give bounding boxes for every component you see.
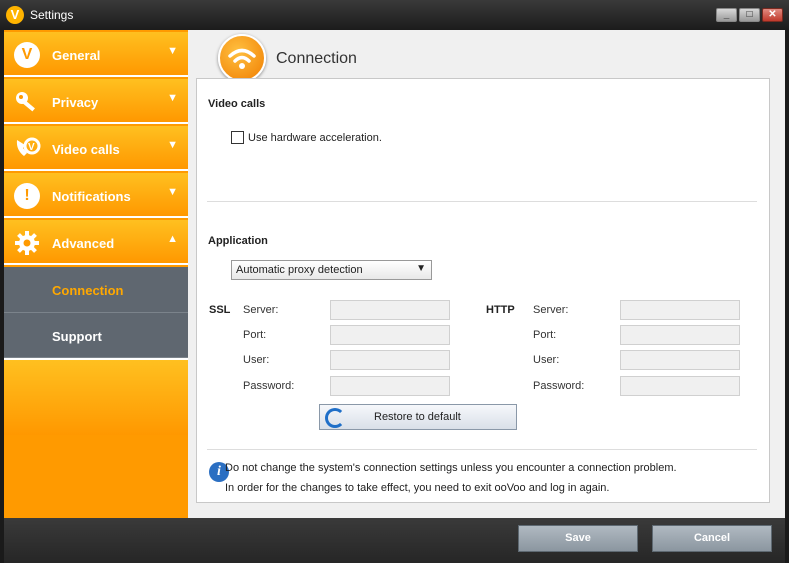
restore-default-button[interactable]: Restore to default	[319, 404, 517, 430]
chevron-down-icon: ▼	[167, 186, 178, 198]
app-logo-icon: V	[6, 6, 24, 24]
ssl-server-input[interactable]	[330, 300, 450, 320]
info-text-line-1: Do not change the system's connection se…	[225, 462, 677, 474]
sidebar-item-advanced[interactable]: Advanced ▲	[4, 220, 188, 265]
refresh-icon	[325, 408, 345, 428]
ssl-password-label: Password:	[243, 380, 295, 392]
section-divider	[207, 201, 757, 202]
http-user-label: User:	[533, 354, 560, 366]
video-call-icon: V	[14, 136, 41, 162]
http-server-label: Server:	[533, 304, 569, 316]
minimize-icon: _	[723, 9, 730, 20]
ssl-port-input[interactable]	[330, 325, 450, 345]
sidebar-item-privacy[interactable]: Privacy ▼	[4, 79, 188, 124]
http-label: HTTP	[486, 304, 515, 316]
proxy-select[interactable]: Automatic proxy detection ▼	[231, 260, 432, 280]
close-icon: ✕	[768, 9, 777, 20]
save-button[interactable]: Save	[518, 525, 638, 552]
v-logo-icon: V	[14, 42, 40, 68]
http-server-input[interactable]	[620, 300, 740, 320]
sidebar-item-label: Privacy	[52, 95, 99, 110]
sidebar-item-label: Video calls	[52, 142, 120, 157]
settings-panel: Video calls Use hardware acceleration. A…	[196, 78, 770, 503]
sidebar-item-support[interactable]: Support	[4, 313, 188, 358]
chevron-down-icon: ▼	[167, 139, 178, 151]
application-heading: Application	[208, 235, 268, 247]
gear-icon	[14, 230, 40, 256]
sidebar-item-label: Notifications	[52, 189, 131, 204]
hardware-acceleration-label[interactable]: Use hardware acceleration.	[248, 132, 382, 144]
sidebar-item-general[interactable]: V General ▼	[4, 32, 188, 77]
svg-text:V: V	[28, 142, 35, 153]
footer-bar: Save Cancel	[4, 518, 785, 563]
section-divider	[207, 449, 757, 450]
ssl-server-label: Server:	[243, 304, 279, 316]
sidebar-item-label: Connection	[52, 283, 124, 298]
sidebar-item-label: Support	[52, 329, 102, 344]
cancel-button[interactable]: Cancel	[652, 525, 772, 552]
chevron-down-icon: ▼	[416, 263, 426, 274]
proxy-select-value: Automatic proxy detection	[236, 264, 363, 276]
ssl-user-label: User:	[243, 354, 270, 366]
page-title: Connection	[276, 50, 357, 67]
chevron-down-icon: ▼	[167, 45, 178, 57]
restore-default-label: Restore to default	[374, 411, 461, 423]
title-bar: V Settings _ □ ✕	[0, 0, 789, 30]
hardware-acceleration-checkbox[interactable]	[231, 131, 244, 144]
chevron-up-icon: ▲	[167, 233, 178, 245]
http-password-input[interactable]	[620, 376, 740, 396]
ssl-label: SSL	[209, 304, 231, 316]
chevron-down-icon: ▼	[167, 92, 178, 104]
http-user-input[interactable]	[620, 350, 740, 370]
key-icon	[14, 89, 40, 115]
close-button[interactable]: ✕	[762, 8, 783, 22]
http-password-label: Password:	[533, 380, 585, 392]
sidebar-item-notifications[interactable]: ! Notifications ▼	[4, 173, 188, 218]
content-area: Connection Video calls Use hardware acce…	[188, 30, 785, 518]
ssl-port-label: Port:	[243, 329, 267, 341]
video-calls-heading: Video calls	[208, 98, 266, 110]
http-port-label: Port:	[533, 329, 557, 341]
http-port-input[interactable]	[620, 325, 740, 345]
sidebar-item-video-calls[interactable]: V Video calls ▼	[4, 126, 188, 171]
ssl-password-input[interactable]	[330, 376, 450, 396]
sidebar-item-label: Advanced	[52, 236, 115, 251]
minimize-button[interactable]: _	[716, 8, 737, 22]
wifi-icon	[218, 34, 266, 82]
exclamation-icon: !	[14, 183, 40, 209]
maximize-icon: □	[746, 9, 753, 20]
maximize-button[interactable]: □	[739, 8, 760, 22]
ssl-user-input[interactable]	[330, 350, 450, 370]
sidebar: V General ▼ Privacy ▼ V Video calls ▼ ! …	[4, 30, 195, 518]
sidebar-item-label: General	[52, 48, 101, 63]
sidebar-item-connection[interactable]: Connection	[4, 267, 188, 313]
info-text-line-2: In order for the changes to take effect,…	[225, 482, 610, 494]
sidebar-filler	[4, 358, 188, 435]
window-title: Settings	[30, 8, 74, 22]
